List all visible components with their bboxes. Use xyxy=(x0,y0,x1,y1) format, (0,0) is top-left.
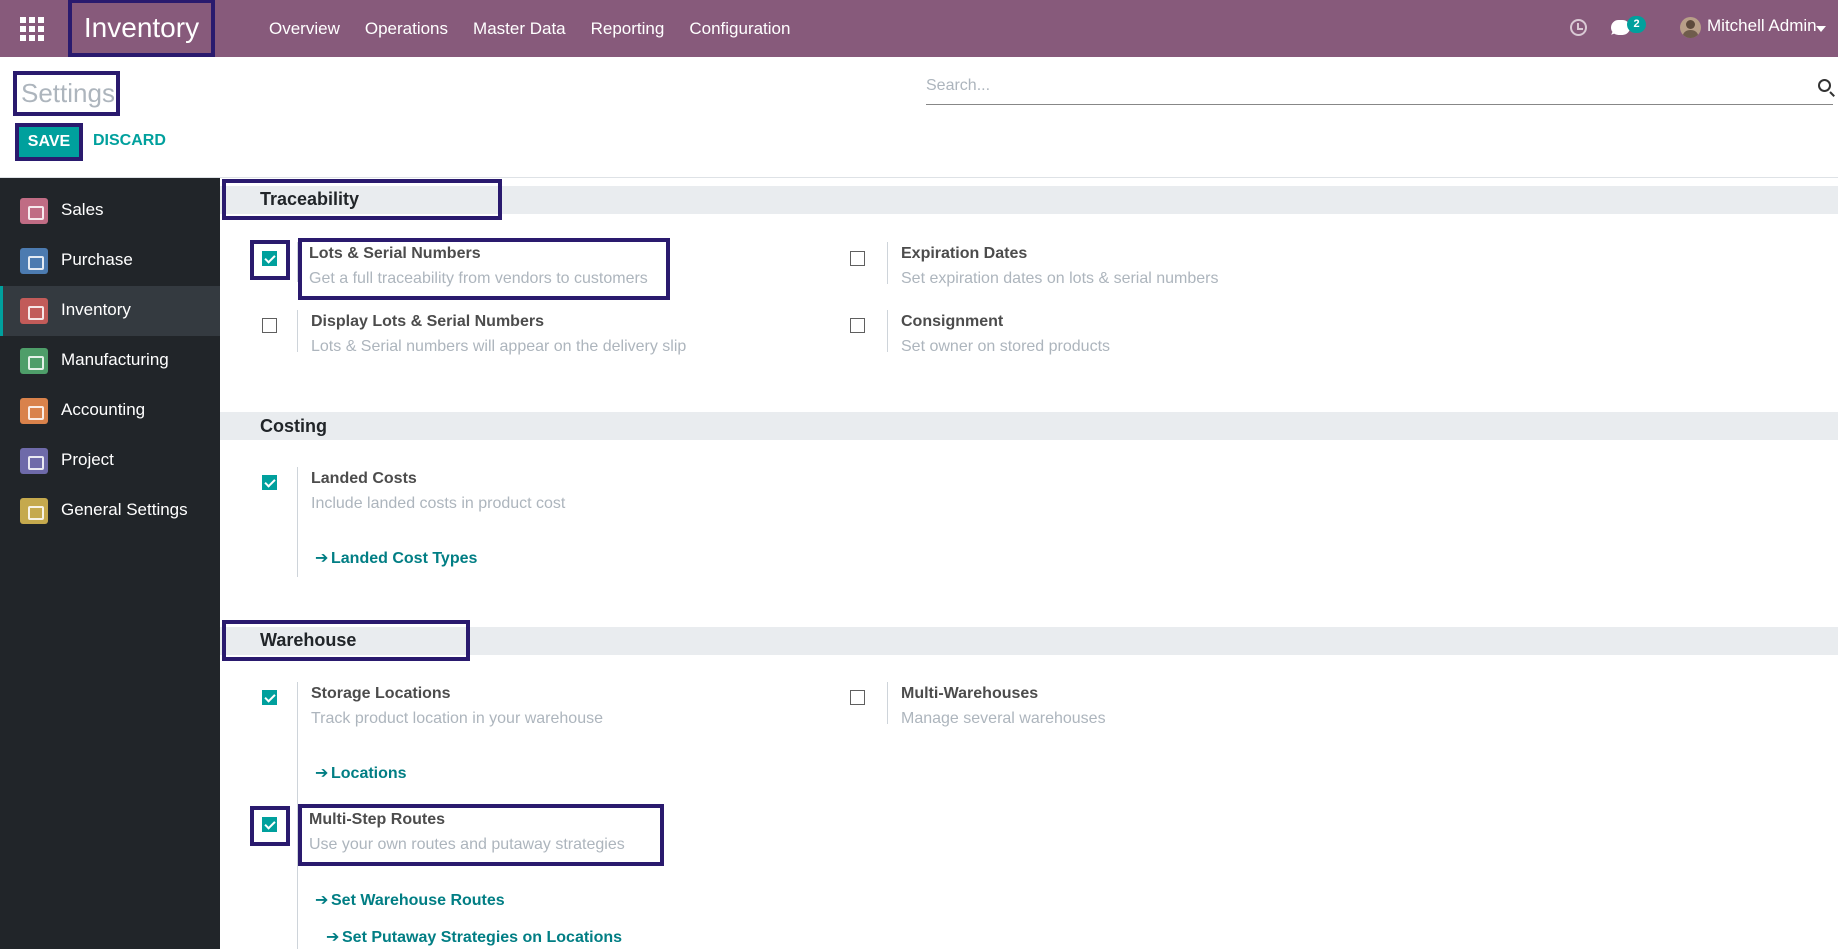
option-title: Display Lots & Serial Numbers xyxy=(311,313,544,330)
sidebar-item-label: Accounting xyxy=(61,400,146,419)
option-title: Consignment xyxy=(901,313,1004,330)
settings-content: Traceability Lots & Serial Numbers Get a… xyxy=(220,178,1838,949)
purchase-icon xyxy=(20,248,48,274)
option-lots-serial: Lots & Serial Numbers Get a full traceab… xyxy=(298,238,670,300)
link-label: Set Warehouse Routes xyxy=(331,892,505,909)
arrow-right-icon: ➔ xyxy=(315,892,329,909)
divider xyxy=(887,242,888,284)
accounting-icon xyxy=(20,398,48,424)
divider xyxy=(297,682,298,949)
divider xyxy=(297,467,298,577)
sidebar-item-sales[interactable]: Sales xyxy=(0,186,220,236)
set-putaway-strategies-link[interactable]: ➔ Set Putaway Strategies on Locations xyxy=(326,927,622,947)
option-description: Include landed costs in product cost xyxy=(311,495,566,512)
option-description: Track product location in your warehouse xyxy=(311,710,603,727)
divider xyxy=(887,682,888,724)
divider xyxy=(297,242,298,282)
option-description: Manage several warehouses xyxy=(901,710,1106,727)
menu-operations[interactable]: Operations xyxy=(365,19,448,39)
sidebar-item-general-settings[interactable]: General Settings xyxy=(0,486,220,536)
project-icon xyxy=(20,448,48,474)
menu-overview[interactable]: Overview xyxy=(269,19,340,39)
apps-menu-icon[interactable] xyxy=(20,17,44,41)
option-multi-step-routes: Multi-Step Routes Use your own routes an… xyxy=(298,804,664,866)
locations-link[interactable]: ➔ Locations xyxy=(315,763,407,783)
option-consignment: Consignment Set owner on stored products xyxy=(901,313,1110,356)
menu-configuration[interactable]: Configuration xyxy=(689,19,790,39)
sidebar-item-manufacturing[interactable]: Manufacturing xyxy=(0,336,220,386)
sidebar-item-project[interactable]: Project xyxy=(0,436,220,486)
expiration-dates-checkbox[interactable] xyxy=(850,251,865,266)
sales-icon xyxy=(20,198,48,224)
option-landed-costs: Landed Costs Include landed costs in pro… xyxy=(311,470,565,513)
manufacturing-icon xyxy=(20,348,48,374)
option-storage-locations: Storage Locations Track product location… xyxy=(311,685,603,728)
option-title: Multi-Step Routes xyxy=(309,811,445,828)
arrow-right-icon: ➔ xyxy=(315,550,329,567)
option-multi-warehouses: Multi-Warehouses Manage several warehous… xyxy=(901,685,1106,728)
save-button[interactable]: SAVE xyxy=(15,123,83,161)
page-title: Settings xyxy=(13,71,120,116)
link-label: Set Putaway Strategies on Locations xyxy=(342,929,623,946)
option-title: Landed Costs xyxy=(311,470,417,487)
discard-button[interactable]: DISCARD xyxy=(93,132,166,150)
lots-serial-checkbox[interactable] xyxy=(262,251,277,266)
sidebar-item-accounting[interactable]: Accounting xyxy=(0,386,220,436)
menu-master-data[interactable]: Master Data xyxy=(473,19,566,39)
link-label: Landed Cost Types xyxy=(331,550,478,567)
avatar[interactable] xyxy=(1680,17,1701,38)
set-warehouse-routes-link[interactable]: ➔ Set Warehouse Routes xyxy=(315,890,505,910)
divider xyxy=(297,310,298,352)
sidebar-item-label: Project xyxy=(61,450,114,469)
option-description: Set owner on stored products xyxy=(901,338,1111,355)
option-description: Lots & Serial numbers will appear on the… xyxy=(311,338,687,355)
landed-cost-types-link[interactable]: ➔ Landed Cost Types xyxy=(315,548,477,568)
section-title: Warehouse xyxy=(222,620,470,661)
menu-reporting[interactable]: Reporting xyxy=(591,19,665,39)
top-navbar: Inventory Overview Operations Master Dat… xyxy=(0,0,1838,57)
multi-step-routes-checkbox[interactable] xyxy=(262,817,277,832)
sidebar-item-label: Inventory xyxy=(61,300,131,319)
chevron-down-icon[interactable] xyxy=(1816,26,1826,32)
sidebar-item-label: Manufacturing xyxy=(61,350,169,369)
settings-sidebar: Sales Purchase Inventory Manufacturing A… xyxy=(0,178,220,949)
sidebar-item-purchase[interactable]: Purchase xyxy=(0,236,220,286)
search-input[interactable]: Search... xyxy=(926,74,1833,105)
section-title: Traceability xyxy=(222,179,502,220)
consignment-checkbox[interactable] xyxy=(850,318,865,333)
option-title: Multi-Warehouses xyxy=(901,685,1039,702)
option-title: Expiration Dates xyxy=(901,245,1028,262)
sidebar-item-label: General Settings xyxy=(61,500,188,519)
sidebar-item-label: Purchase xyxy=(61,250,133,269)
user-menu[interactable]: Mitchell Admin xyxy=(1707,16,1817,36)
option-description: Get a full traceability from vendors to … xyxy=(309,270,648,287)
arrow-right-icon: ➔ xyxy=(326,929,340,946)
option-title: Lots & Serial Numbers xyxy=(309,245,481,262)
section-title: Costing xyxy=(260,416,327,436)
landed-costs-checkbox[interactable] xyxy=(262,475,277,490)
main-menu: Overview Operations Master Data Reportin… xyxy=(269,0,815,57)
option-title: Storage Locations xyxy=(311,685,451,702)
inventory-icon xyxy=(20,298,48,324)
section-header-costing xyxy=(220,412,1838,440)
display-lots-checkbox[interactable] xyxy=(262,318,277,333)
divider xyxy=(887,310,888,352)
option-display-lots: Display Lots & Serial Numbers Lots & Ser… xyxy=(311,313,686,356)
storage-locations-checkbox[interactable] xyxy=(262,690,277,705)
option-description: Set expiration dates on lots & serial nu… xyxy=(901,270,1219,287)
link-label: Locations xyxy=(331,765,407,782)
sidebar-item-label: Sales xyxy=(61,200,104,219)
gear-icon xyxy=(20,498,48,524)
sidebar-item-inventory[interactable]: Inventory xyxy=(0,286,220,336)
app-title[interactable]: Inventory xyxy=(68,0,215,57)
option-expiration-dates: Expiration Dates Set expiration dates on… xyxy=(901,245,1219,288)
messages-count-badge: 2 xyxy=(1627,16,1646,33)
search-placeholder: Search... xyxy=(926,77,991,94)
arrow-right-icon: ➔ xyxy=(315,765,329,782)
activity-clock-icon[interactable] xyxy=(1570,19,1587,36)
option-description: Use your own routes and putaway strategi… xyxy=(309,836,625,853)
multi-warehouses-checkbox[interactable] xyxy=(850,690,865,705)
search-icon[interactable] xyxy=(1818,79,1831,92)
